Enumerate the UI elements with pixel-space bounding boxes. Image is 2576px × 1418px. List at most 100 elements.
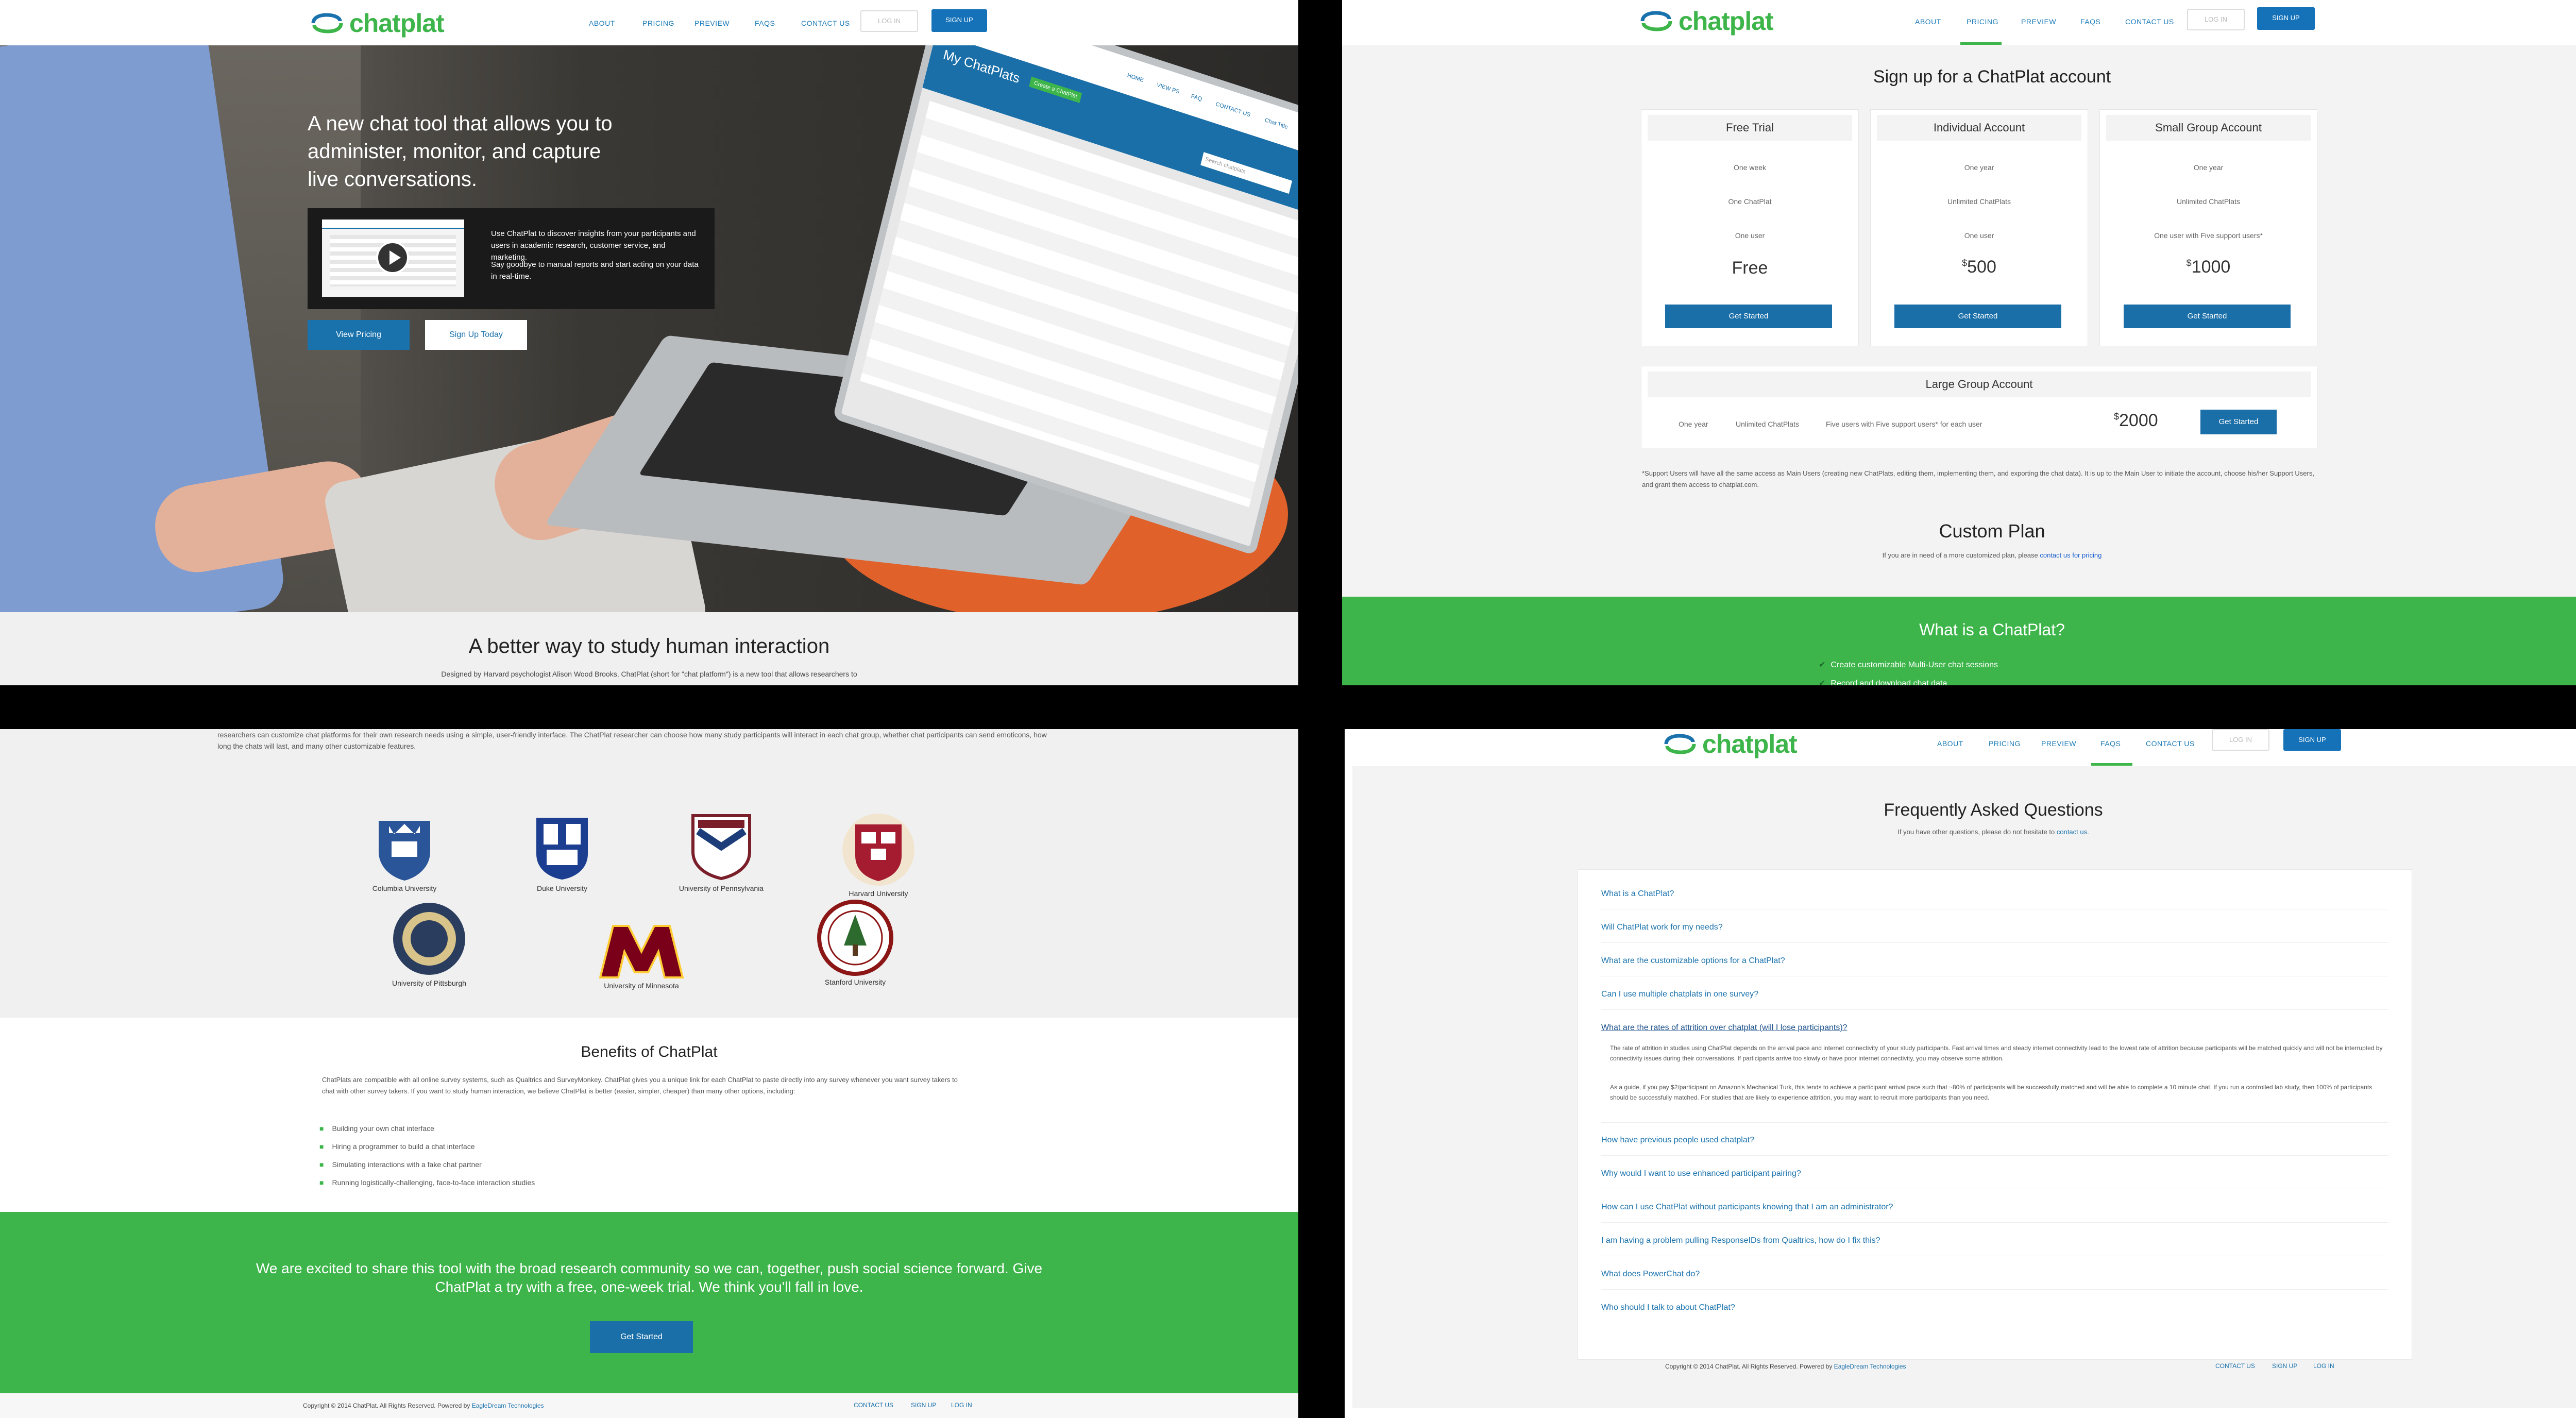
footer-signup-link[interactable]: SIGN UP [2272, 1362, 2297, 1370]
university-name: University of Minnesota [604, 982, 679, 990]
signup-button[interactable]: SIGN UP [2257, 7, 2315, 30]
custom-plan-text: If you are in need of a more customized … [1342, 551, 2576, 559]
currency-symbol: $ [2114, 411, 2120, 422]
view-pricing-button[interactable]: View Pricing [308, 320, 410, 350]
faq-question[interactable]: What are the customizable options for a … [1601, 956, 1785, 966]
video-thumbnail[interactable] [322, 220, 464, 297]
university-logo-pittsburgh: University of Pittsburgh [385, 900, 473, 987]
footer-powered-link[interactable]: EagleDream Technologies [1834, 1363, 1906, 1370]
get-started-button[interactable]: Get Started [1894, 305, 2061, 328]
contact-pricing-link[interactable]: contact us for pricing [2040, 551, 2102, 559]
bottom-strip [1352, 1408, 2576, 1418]
plan-name: Free Trial [1648, 115, 1852, 141]
login-button[interactable]: LOG IN [860, 10, 918, 32]
nav-about[interactable]: ABOUT [589, 19, 615, 27]
faq-question[interactable]: How can I use ChatPlat without participa… [1601, 1203, 1893, 1212]
login-button[interactable]: LOG IN [2212, 729, 2269, 751]
signup-button[interactable]: SIGN UP [2283, 729, 2341, 751]
plan-price: Free [1732, 258, 1768, 278]
bullet-icon: ■ [319, 1142, 324, 1151]
footer-contact-link[interactable]: CONTACT US [2215, 1362, 2255, 1370]
get-started-button[interactable]: Get Started [590, 1321, 693, 1353]
faq-question[interactable]: Can I use multiple chatplats in one surv… [1601, 990, 1758, 999]
play-icon[interactable] [376, 241, 409, 274]
nav-preview[interactable]: PREVIEW [2021, 18, 2056, 26]
plan-price: $1000 [2100, 257, 2317, 277]
nav-pricing[interactable]: PRICING [1989, 739, 2021, 748]
nav-contact[interactable]: CONTACT US [801, 19, 850, 27]
minnesota-m-icon [599, 925, 684, 978]
get-started-button[interactable]: Get Started [1665, 305, 1832, 328]
nav-active-indicator [2091, 763, 2132, 766]
plan-name: Individual Account [1877, 115, 2081, 141]
nav-pricing[interactable]: PRICING [642, 19, 674, 27]
nav-preview[interactable]: PREVIEW [2041, 739, 2076, 748]
pitt-seal-icon [393, 903, 465, 975]
stanford-seal-icon [817, 900, 893, 976]
university-logo-duke: Duke University [518, 813, 606, 892]
faq-contact-link[interactable]: contact us. [2057, 828, 2089, 836]
play-triangle [389, 250, 401, 265]
faq-answer-paragraph: The rate of attrition in studies using C… [1610, 1044, 2383, 1062]
faq-question[interactable]: Who should I talk to about ChatPlat? [1601, 1303, 1735, 1312]
chatplat-logo-icon [1640, 11, 1672, 31]
video-thumb-header [322, 220, 464, 229]
video-text-1: Use ChatPlat to discover insights from y… [491, 229, 696, 262]
faq-question[interactable]: What does PowerChat do? [1601, 1270, 1700, 1279]
faq-divider [1601, 1155, 2388, 1156]
footer-signup-link[interactable]: SIGN UP [911, 1402, 936, 1409]
what-is-item: ✔ Create customizable Multi-User chat ses… [1819, 660, 1998, 670]
nav-pricing[interactable]: PRICING [1967, 18, 1998, 26]
get-started-button[interactable]: Get Started [2200, 410, 2277, 434]
footer-login-link[interactable]: LOG IN [2313, 1362, 2334, 1370]
plan-card-free: Free Trial One week One ChatPlat One use… [1641, 109, 1859, 346]
faq-subtitle-text: If you have other questions, please do n… [1897, 828, 2057, 836]
login-button[interactable]: LOG IN [2187, 9, 2245, 30]
duke-crest-icon [536, 818, 588, 880]
faq-question[interactable]: Will ChatPlat work for my needs? [1601, 923, 1723, 932]
faq-question-expanded[interactable]: What are the rates of attrition over cha… [1601, 1023, 1848, 1033]
faq-divider [1601, 1289, 2388, 1290]
faq-subtitle: If you have other questions, please do n… [1345, 828, 2576, 836]
what-is-item-text: Record and download chat data [1831, 679, 1947, 685]
footer-contact-link[interactable]: CONTACT US [854, 1402, 893, 1409]
brand-logo[interactable]: chatplat [309, 8, 445, 38]
custom-plan-copy: If you are in need of a more customized … [1882, 551, 2040, 559]
plan-row: One week [1733, 163, 1767, 172]
signup-today-button[interactable]: Sign Up Today [425, 320, 527, 350]
footer-login-link[interactable]: LOG IN [951, 1402, 972, 1409]
penn-crest-icon [691, 814, 751, 881]
nav-about[interactable]: ABOUT [1937, 739, 1963, 748]
nav-about[interactable]: ABOUT [1915, 18, 1941, 26]
bullet-icon: ■ [319, 1124, 324, 1133]
nav-contact[interactable]: CONTACT US [2125, 18, 2174, 26]
faq-question[interactable]: How have previous people used chatplat? [1601, 1136, 1754, 1145]
footer-copy-text: Copyright © 2014 ChatPlat. All Rights Re… [1665, 1363, 1834, 1370]
footer-copy-text: Copyright © 2014 ChatPlat. All Rights Re… [303, 1402, 472, 1409]
signup-button[interactable]: SIGN UP [931, 9, 987, 32]
intro-title: A better way to study human interaction [468, 635, 830, 657]
plan-row: One ChatPlat [1728, 197, 1772, 206]
nav-faqs[interactable]: FAQS [2080, 18, 2100, 26]
faq-question[interactable]: Why would I want to use enhanced partici… [1601, 1169, 1801, 1178]
bullet-icon: ■ [319, 1178, 324, 1187]
laptop-search: Search chatplats [1200, 152, 1293, 194]
get-started-button[interactable]: Get Started [2124, 305, 2291, 328]
faq-question[interactable]: I am having a problem pulling ResponseID… [1601, 1236, 1880, 1245]
plan-row: One user [1964, 231, 1994, 240]
nav-preview[interactable]: PREVIEW [694, 19, 730, 27]
pricing-page-panel: chatplat ABOUT PRICING PREVIEW FAQS CONT… [1342, 0, 2576, 685]
brand-logo[interactable]: chatplat [1662, 729, 1798, 759]
benefit-item: ■ Running logistically-challenging, face-… [319, 1178, 535, 1187]
university-logo-stanford: Stanford University [811, 899, 899, 986]
footer-powered-link[interactable]: EagleDream Technologies [472, 1402, 544, 1409]
nav-faqs[interactable]: FAQS [755, 19, 775, 27]
nav-contact[interactable]: CONTACT US [2146, 739, 2195, 748]
nav-faqs[interactable]: FAQS [2100, 739, 2121, 748]
brand-logo[interactable]: chatplat [1638, 6, 1774, 36]
university-logo-harvard: Harvard University [835, 812, 922, 898]
faq-divider [1601, 1222, 2388, 1223]
pricing-title: Sign up for a ChatPlat account [1873, 67, 2111, 87]
faq-question[interactable]: What is a ChatPlat? [1601, 889, 1674, 899]
bullet-icon: ■ [319, 1160, 324, 1169]
